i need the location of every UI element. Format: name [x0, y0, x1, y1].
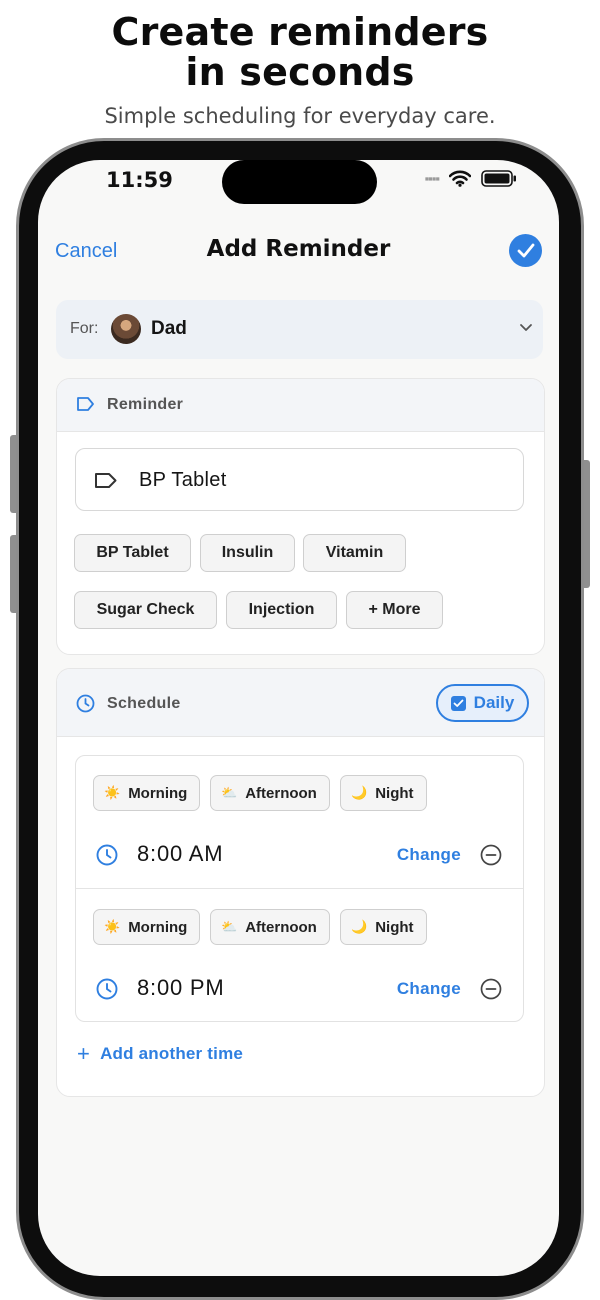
add-another-time-button[interactable]: + Add another time	[77, 1041, 244, 1066]
avatar	[111, 314, 141, 344]
time-divider	[76, 888, 523, 889]
period-chip-morning[interactable]: ☀️ Morning	[93, 909, 201, 945]
remove-time-icon[interactable]	[480, 844, 502, 866]
period-chip-afternoon[interactable]: ⛅ Afternoon	[210, 909, 330, 945]
moon-icon: 🌙	[351, 919, 368, 934]
period-label: Night	[375, 918, 414, 936]
nav-bar: Cancel Add Reminder	[38, 234, 559, 272]
change-time-button[interactable]: Change	[397, 979, 461, 999]
reminder-name-input[interactable]: BP Tablet	[75, 448, 524, 511]
tag-icon	[77, 397, 94, 411]
remove-time-icon[interactable]	[480, 978, 502, 1000]
period-label: Night	[375, 784, 414, 802]
preset-chip-injection[interactable]: Injection	[226, 591, 337, 629]
preset-chip-insulin[interactable]: Insulin	[200, 534, 295, 572]
schedule-card-title: Schedule	[107, 695, 181, 712]
marketing-headline: Create reminders in seconds	[0, 12, 600, 92]
marketing-subheadline: Simple scheduling for everyday care.	[104, 104, 496, 128]
checkmark-icon	[517, 243, 534, 258]
period-chip-afternoon[interactable]: ⛅ Afternoon	[210, 775, 330, 811]
time-value: 8:00 AM	[137, 841, 224, 866]
done-button[interactable]	[509, 234, 542, 267]
moon-icon: 🌙	[351, 785, 368, 800]
sun-cloud-icon: ⛅	[221, 919, 238, 934]
tag-icon	[95, 473, 117, 488]
status-icons: ▪▪▪▪	[425, 170, 517, 187]
more-presets-button[interactable]: + More	[346, 591, 443, 629]
time-value: 8:00 PM	[137, 975, 225, 1000]
reminder-name-value: BP Tablet	[139, 469, 227, 491]
daily-toggle[interactable]: Daily	[436, 684, 529, 722]
period-label: Afternoon	[245, 784, 317, 802]
preset-chip-bp-tablet[interactable]: BP Tablet	[74, 534, 191, 572]
change-time-button[interactable]: Change	[397, 845, 461, 865]
sun-cloud-icon: ⛅	[221, 785, 238, 800]
add-another-time-label: Add another time	[100, 1044, 244, 1063]
headline-line-1: Create reminders	[111, 10, 489, 54]
app-screen: 11:59 ▪▪▪▪ Cancel Add Reminder For: Dad	[38, 160, 559, 1276]
status-time: 11:59	[106, 168, 173, 192]
cellular-signal-icon: ▪▪▪▪	[424, 171, 440, 186]
reminder-card-header: Reminder	[57, 379, 544, 432]
period-label: Morning	[128, 784, 188, 802]
for-label: For:	[70, 320, 99, 337]
page-title: Add Reminder	[206, 236, 391, 262]
sun-icon: ☀️	[104, 919, 121, 934]
headline-line-2: in seconds	[185, 50, 415, 94]
daily-label: Daily	[473, 693, 515, 712]
sun-icon: ☀️	[104, 785, 121, 800]
schedule-card-header: Schedule Daily	[57, 669, 544, 737]
period-label: Afternoon	[245, 918, 317, 936]
period-chip-night[interactable]: 🌙 Night	[340, 775, 427, 811]
period-chip-morning[interactable]: ☀️ Morning	[93, 775, 201, 811]
clock-icon	[96, 844, 118, 866]
checkbox-checked-icon	[450, 695, 466, 711]
reminder-card-title: Reminder	[107, 396, 184, 413]
wifi-icon	[449, 170, 471, 187]
chevron-down-icon	[520, 324, 532, 331]
schedule-card: Schedule Daily ☀️ Morning ⛅ Afternoon 🌙 …	[56, 668, 545, 1097]
clock-icon	[76, 694, 95, 713]
preset-chip-sugar-check[interactable]: Sugar Check	[74, 591, 217, 629]
battery-icon	[481, 170, 516, 187]
period-label: Morning	[128, 918, 188, 936]
for-person-name: Dad	[151, 318, 187, 339]
plus-icon: +	[77, 1041, 91, 1066]
times-list: ☀️ Morning ⛅ Afternoon 🌙 Night 8:00 AM C…	[75, 755, 524, 1022]
for-selector[interactable]: For: Dad	[56, 300, 543, 359]
reminder-card: Reminder BP Tablet BP Tablet Insulin Vit…	[56, 378, 545, 655]
clock-icon	[96, 978, 118, 1000]
dynamic-island	[222, 160, 377, 204]
period-chip-night[interactable]: 🌙 Night	[340, 909, 427, 945]
preset-chip-vitamin[interactable]: Vitamin	[303, 534, 406, 572]
